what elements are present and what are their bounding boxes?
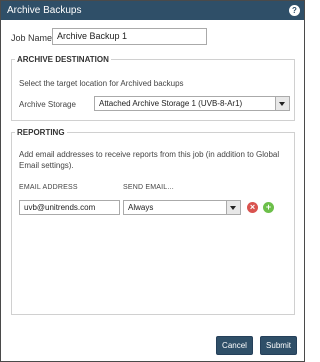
cancel-button[interactable]: Cancel (216, 336, 253, 355)
archive-backups-dialog: Archive Backups ? Job Name Archive Backu… (0, 0, 305, 362)
email-address-input[interactable]: uvb@unitrends.com (19, 200, 120, 215)
job-name-input[interactable]: Archive Backup 1 (52, 28, 207, 45)
dialog-titlebar: Archive Backups ? (1, 1, 304, 20)
reporting-legend: REPORTING (17, 128, 65, 137)
submit-button[interactable]: Submit (260, 336, 297, 355)
archive-storage-label: Archive Storage (19, 100, 76, 109)
remove-email-icon[interactable]: × (247, 202, 258, 213)
dialog-title: Archive Backups (7, 5, 82, 16)
job-name-label: Job Name (11, 33, 53, 43)
email-address-column-header: EMAIL ADDRESS (19, 184, 78, 191)
send-email-select[interactable]: Always (123, 200, 241, 215)
archive-storage-value: Attached Archive Storage 1 (UVB-8-Ar1) (99, 99, 243, 108)
archive-destination-description: Select the target location for Archived … (19, 79, 184, 88)
archive-storage-select[interactable]: Attached Archive Storage 1 (UVB-8-Ar1) (94, 96, 290, 111)
reporting-section: REPORTING Add email addresses to receive… (11, 128, 295, 315)
chevron-down-icon[interactable] (275, 97, 289, 110)
add-email-icon[interactable]: + (263, 202, 274, 213)
archive-destination-section: ARCHIVE DESTINATION Select the target lo… (11, 55, 295, 121)
send-email-column-header: SEND EMAIL... (123, 184, 174, 191)
reporting-description: Add email addresses to receive reports f… (19, 150, 280, 170)
archive-destination-legend: ARCHIVE DESTINATION (17, 55, 109, 64)
help-icon[interactable]: ? (289, 5, 300, 16)
chevron-down-icon[interactable] (226, 201, 240, 214)
send-email-value: Always (128, 203, 154, 212)
